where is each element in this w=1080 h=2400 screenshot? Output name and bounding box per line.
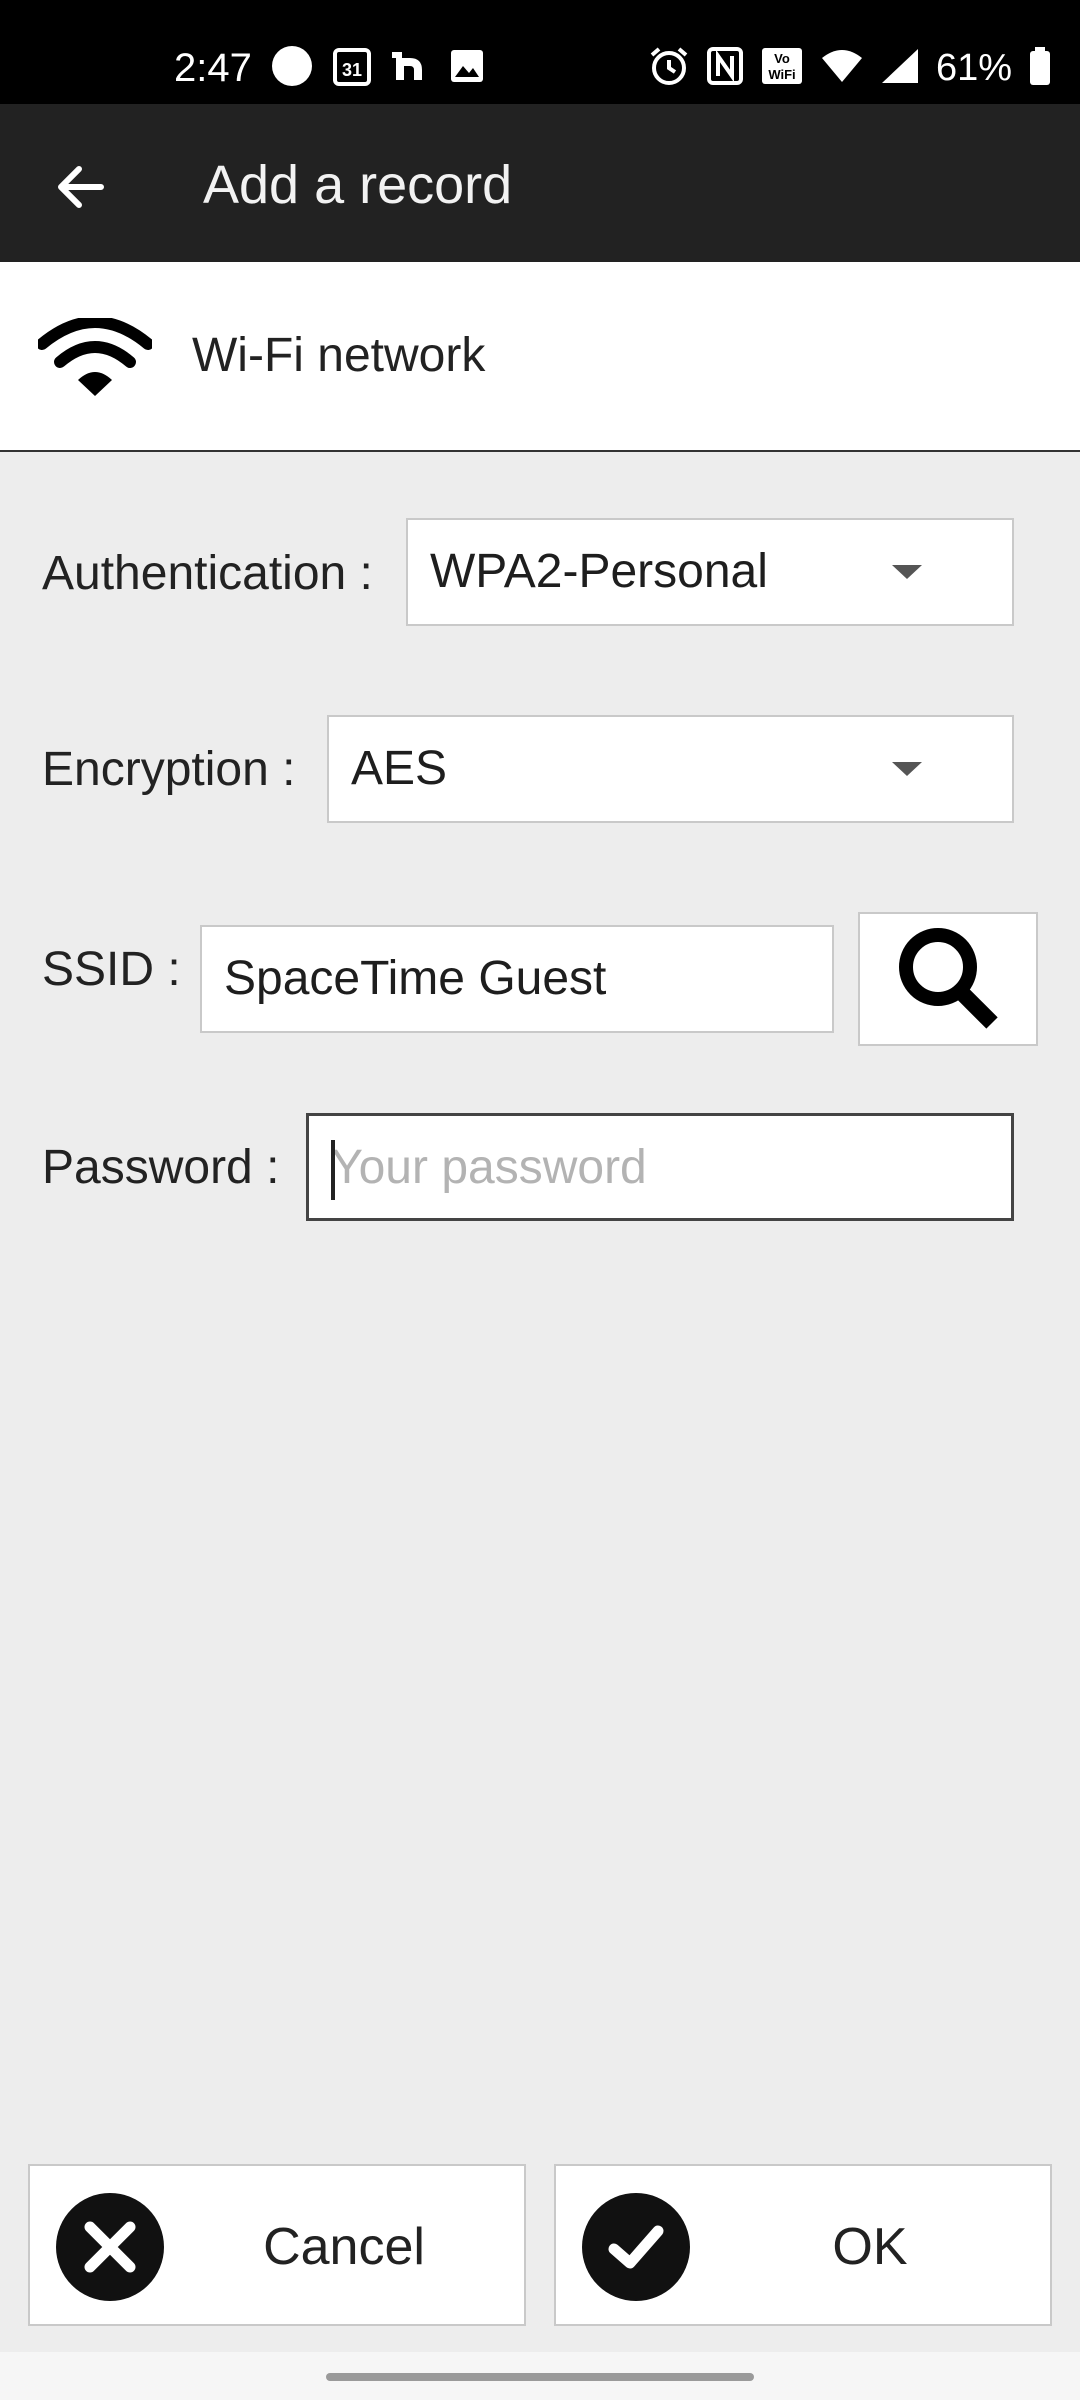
search-icon xyxy=(899,928,998,1029)
image-icon xyxy=(448,47,486,90)
cancel-label: Cancel xyxy=(263,2218,425,2276)
nfc-icon xyxy=(706,46,744,91)
arrow-left-icon xyxy=(58,166,104,208)
password-label: Password : xyxy=(42,1141,280,1194)
text-cursor xyxy=(331,1140,335,1200)
status-icons-right: Vo WiFi 61% xyxy=(648,46,1052,90)
ok-button[interactable]: OK xyxy=(554,2164,1052,2326)
close-icon xyxy=(56,2193,164,2301)
wifi-icon xyxy=(38,318,152,396)
status-time: 2:47 xyxy=(174,46,252,90)
app-icon xyxy=(390,46,430,91)
circle-icon xyxy=(270,44,314,93)
password-input[interactable] xyxy=(309,1116,1011,1218)
ok-label: OK xyxy=(832,2218,908,2276)
battery-percent: 61% xyxy=(935,46,1012,89)
encryption-value: AES xyxy=(351,742,448,795)
authentication-value: WPA2-Personal xyxy=(430,545,768,598)
encryption-dropdown[interactable]: AES xyxy=(327,715,1014,823)
signal-icon xyxy=(880,47,920,90)
chevron-down-icon xyxy=(892,762,922,776)
ssid-label: SSID : xyxy=(42,943,181,996)
battery-icon xyxy=(1028,46,1052,91)
svg-text:31: 31 xyxy=(342,60,362,80)
ssid-value: SpaceTime Guest xyxy=(224,952,607,1005)
ssid-input[interactable]: SpaceTime Guest xyxy=(200,925,834,1033)
status-bar: 2:47 31 Vo WiFi 61% xyxy=(0,0,1080,104)
app-bar: Add a record xyxy=(0,104,1080,262)
encryption-label: Encryption : xyxy=(42,743,296,796)
back-button[interactable] xyxy=(40,148,118,226)
vowifi-icon: Vo WiFi xyxy=(760,46,804,91)
record-type-label: Wi-Fi network xyxy=(192,329,486,382)
svg-text:WiFi: WiFi xyxy=(768,67,795,82)
authentication-dropdown[interactable]: WPA2-Personal xyxy=(406,518,1014,626)
wifi-status-icon xyxy=(820,48,864,89)
svg-text:Vo: Vo xyxy=(774,51,790,66)
page-title: Add a record xyxy=(203,155,513,215)
status-icons-left: 31 xyxy=(270,44,486,93)
check-icon xyxy=(582,2193,690,2301)
alarm-icon xyxy=(648,45,690,92)
record-type-header: Wi-Fi network xyxy=(0,262,1080,452)
calendar-icon: 31 xyxy=(332,45,372,92)
ssid-search-button[interactable] xyxy=(858,912,1038,1046)
password-field[interactable] xyxy=(306,1113,1014,1221)
cancel-button[interactable]: Cancel xyxy=(28,2164,526,2326)
home-gesture-handle[interactable] xyxy=(326,2373,754,2381)
chevron-down-icon xyxy=(892,565,922,579)
authentication-label: Authentication : xyxy=(42,547,373,600)
